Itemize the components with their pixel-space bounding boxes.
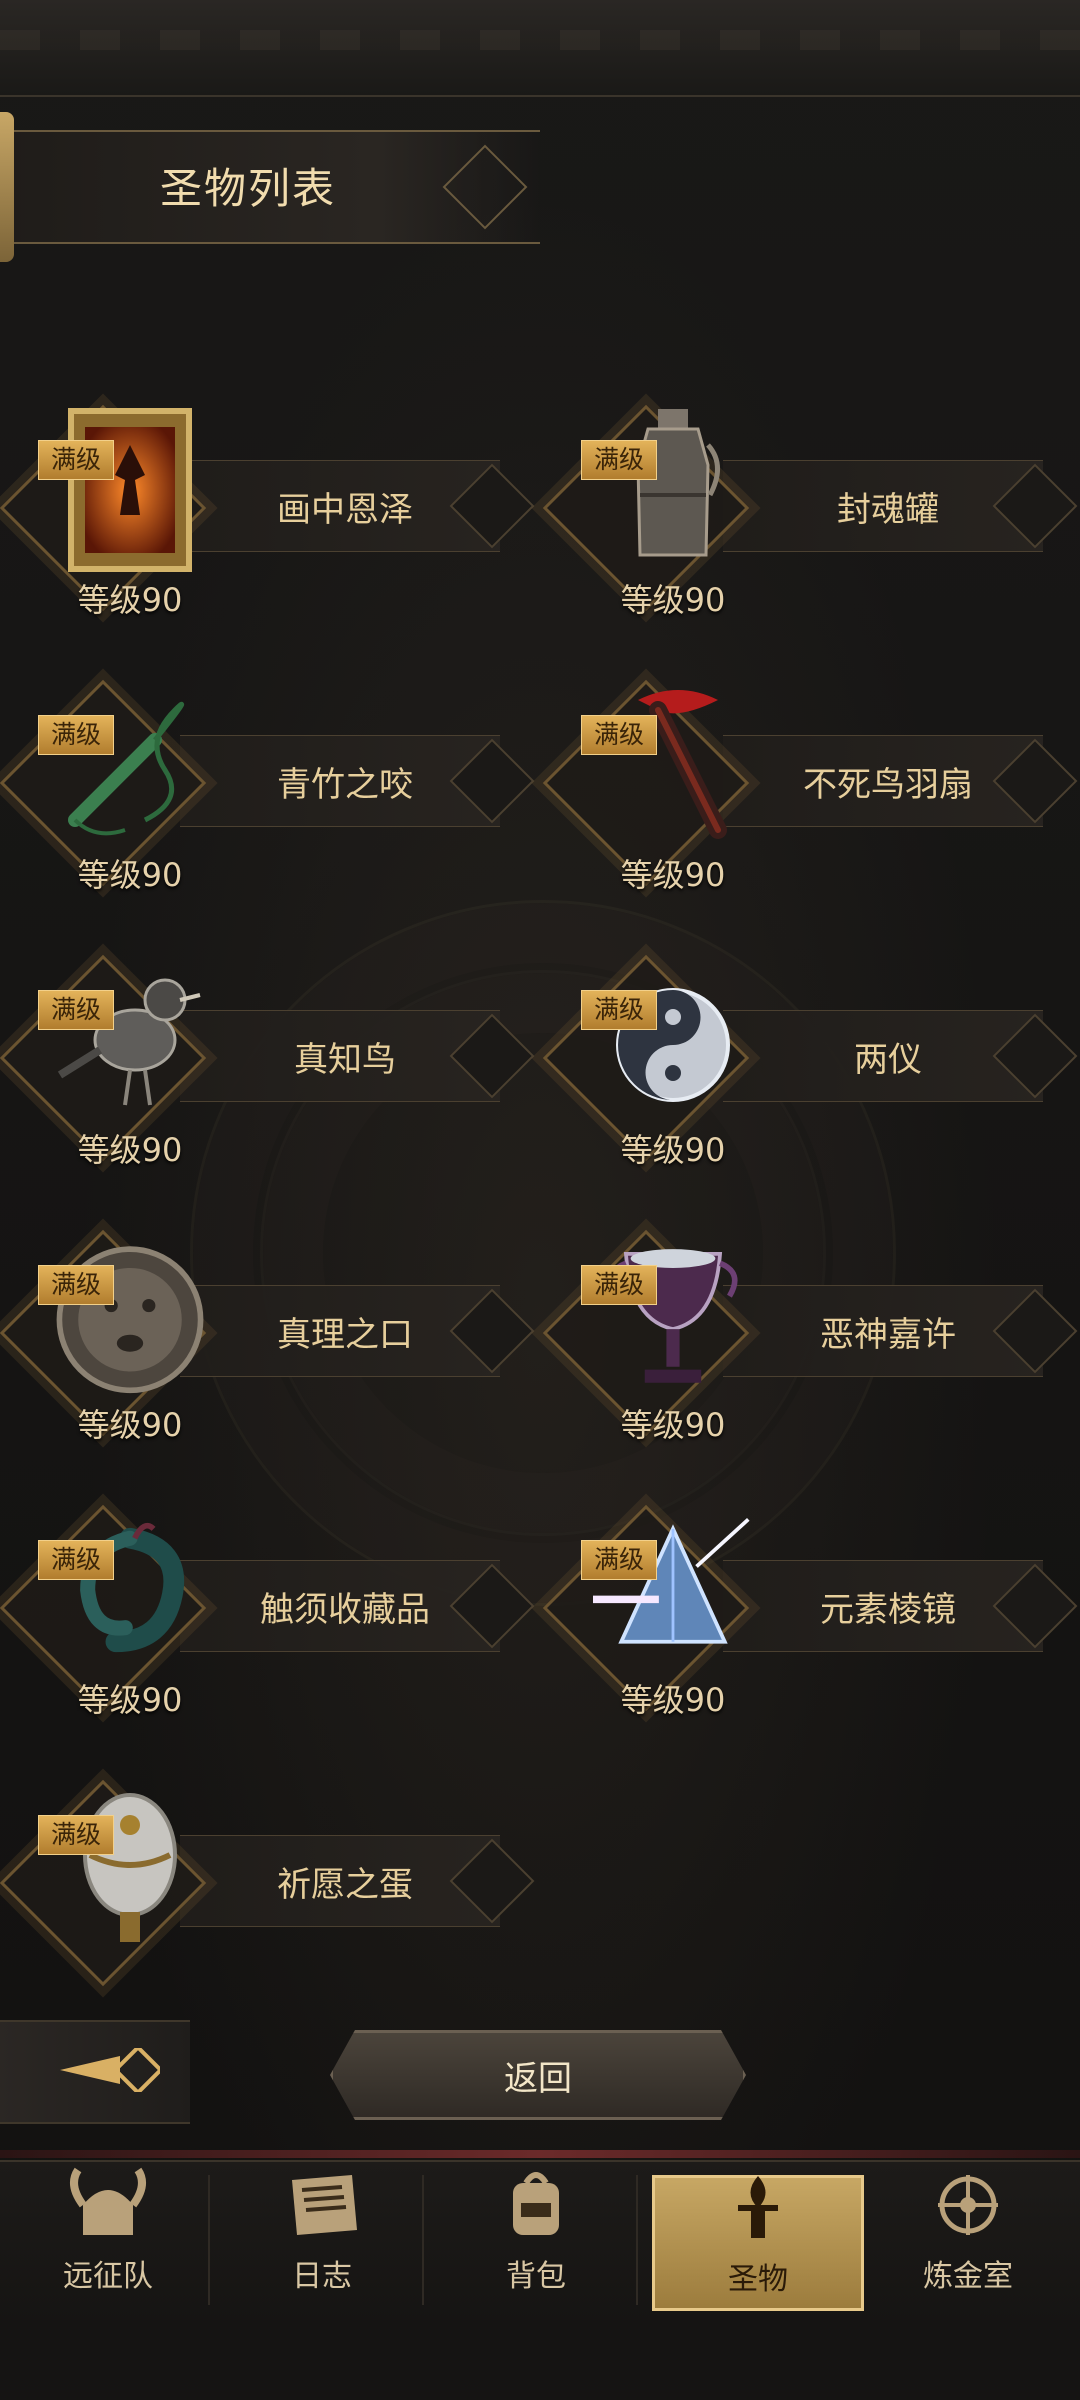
soul-jar-icon bbox=[593, 400, 753, 580]
max-level-badge: 满级 bbox=[38, 1265, 114, 1305]
relic-item[interactable]: 满级 元素棱镜 等级90 bbox=[542, 1500, 1078, 1730]
nav-backpack[interactable]: 背包 bbox=[436, 2172, 638, 2305]
torch-relic-icon bbox=[713, 2168, 803, 2248]
relic-name: 祈愿之蛋 bbox=[277, 1865, 413, 1905]
max-level-badge: 满级 bbox=[38, 715, 114, 755]
relic-level: 等级90 bbox=[77, 581, 183, 619]
relic-item[interactable]: 满级 祈愿之蛋 bbox=[0, 1775, 535, 2005]
backpack-icon bbox=[491, 2165, 581, 2245]
relic-level: 等级90 bbox=[77, 1406, 183, 1444]
mechanical-bird-icon bbox=[50, 950, 210, 1130]
relic-item[interactable]: 满级 不死鸟羽扇 等级90 bbox=[542, 675, 1078, 905]
relic-item[interactable]: 满级 青竹之咬 等级90 bbox=[0, 675, 535, 905]
relic-name: 两仪 bbox=[854, 1040, 922, 1080]
bottom-strip bbox=[0, 2320, 1080, 2400]
relic-item[interactable]: 满级 真知鸟 等级90 bbox=[0, 950, 535, 1180]
relic-item[interactable]: 满级 封魂罐 等级90 bbox=[542, 400, 1078, 630]
top-ornamental-border bbox=[0, 0, 1080, 97]
relic-level: 等级90 bbox=[77, 856, 183, 894]
phoenix-feather-fan-icon bbox=[593, 675, 753, 855]
relic-item[interactable]: 满级 触须收藏品 等级90 bbox=[0, 1500, 535, 1730]
relic-item[interactable]: 满级 真理之口 等级90 bbox=[0, 1225, 535, 1455]
dark-chalice-icon bbox=[593, 1225, 753, 1405]
nav-journal[interactable]: 日志 bbox=[222, 2175, 424, 2305]
max-level-badge: 满级 bbox=[581, 1540, 657, 1580]
green-whip-icon bbox=[50, 675, 210, 855]
max-level-badge: 满级 bbox=[581, 715, 657, 755]
relic-name: 恶神嘉许 bbox=[820, 1315, 956, 1355]
yin-yang-ornament-icon bbox=[593, 950, 753, 1130]
nav-expedition[interactable]: 远征队 bbox=[8, 2167, 210, 2305]
relic-name: 元素棱镜 bbox=[820, 1590, 956, 1630]
return-button[interactable]: 返回 bbox=[330, 2030, 746, 2120]
relic-level: 等级90 bbox=[620, 1406, 726, 1444]
tentacle-relic-icon bbox=[50, 1500, 210, 1680]
relic-item[interactable]: 满级 恶神嘉许 等级90 bbox=[542, 1225, 1078, 1455]
max-level-badge: 满级 bbox=[38, 440, 114, 480]
relic-level: 等级90 bbox=[620, 1131, 726, 1169]
relic-level: 等级90 bbox=[77, 1131, 183, 1169]
nav-relics[interactable]: 圣物 bbox=[652, 2175, 864, 2311]
max-level-badge: 满级 bbox=[581, 990, 657, 1030]
alchemy-icon bbox=[923, 2165, 1013, 2245]
relic-name: 青竹之咬 bbox=[277, 765, 413, 805]
relic-name: 画中恩泽 bbox=[277, 490, 413, 530]
nav-label: 日志 bbox=[292, 2259, 352, 2294]
max-level-badge: 满级 bbox=[581, 1265, 657, 1305]
relic-item[interactable]: 满级 画中恩泽 等级90 bbox=[0, 400, 535, 630]
relic-list-screen: 圣物列表 满级 画中恩泽 等级90 满级 封魂罐 等级90 满级 青竹之咬 等级… bbox=[0, 0, 1080, 2400]
horned-helmet-icon bbox=[63, 2165, 153, 2245]
max-level-badge: 满级 bbox=[38, 1540, 114, 1580]
relic-name: 封魂罐 bbox=[837, 490, 939, 530]
page-title: 圣物列表 bbox=[160, 164, 337, 213]
relic-name: 真知鸟 bbox=[294, 1040, 396, 1080]
relic-level: 等级90 bbox=[620, 581, 726, 619]
nav-label: 圣物 bbox=[728, 2262, 788, 2297]
relic-level: 等级90 bbox=[620, 1681, 726, 1719]
scroll-icon bbox=[277, 2165, 367, 2245]
max-level-badge: 满级 bbox=[38, 990, 114, 1030]
banner-edge bbox=[0, 112, 14, 262]
nav-label: 背包 bbox=[506, 2259, 566, 2294]
nav-divider bbox=[0, 2150, 1080, 2158]
max-level-badge: 满级 bbox=[581, 440, 657, 480]
relic-name: 真理之口 bbox=[277, 1315, 413, 1355]
ornate-egg-icon bbox=[50, 1775, 210, 1955]
arrow-left-icon[interactable] bbox=[60, 2044, 164, 2096]
nav-alchemy[interactable]: 炼金室 bbox=[868, 2175, 1068, 2305]
relic-item[interactable]: 满级 两仪 等级90 bbox=[542, 950, 1078, 1180]
stone-face-icon bbox=[50, 1225, 210, 1405]
nav-label: 炼金室 bbox=[923, 2259, 1013, 2294]
relic-name: 不死鸟羽扇 bbox=[803, 765, 973, 805]
max-level-badge: 满级 bbox=[38, 1815, 114, 1855]
relic-name: 触须收藏品 bbox=[260, 1590, 430, 1630]
nav-label: 远征队 bbox=[63, 2259, 153, 2294]
prism-icon bbox=[593, 1500, 753, 1680]
relic-level: 等级90 bbox=[77, 1681, 183, 1719]
relic-level: 等级90 bbox=[620, 856, 726, 894]
framed-painting-icon bbox=[50, 400, 210, 580]
banner-diamond-ornament bbox=[442, 144, 528, 230]
